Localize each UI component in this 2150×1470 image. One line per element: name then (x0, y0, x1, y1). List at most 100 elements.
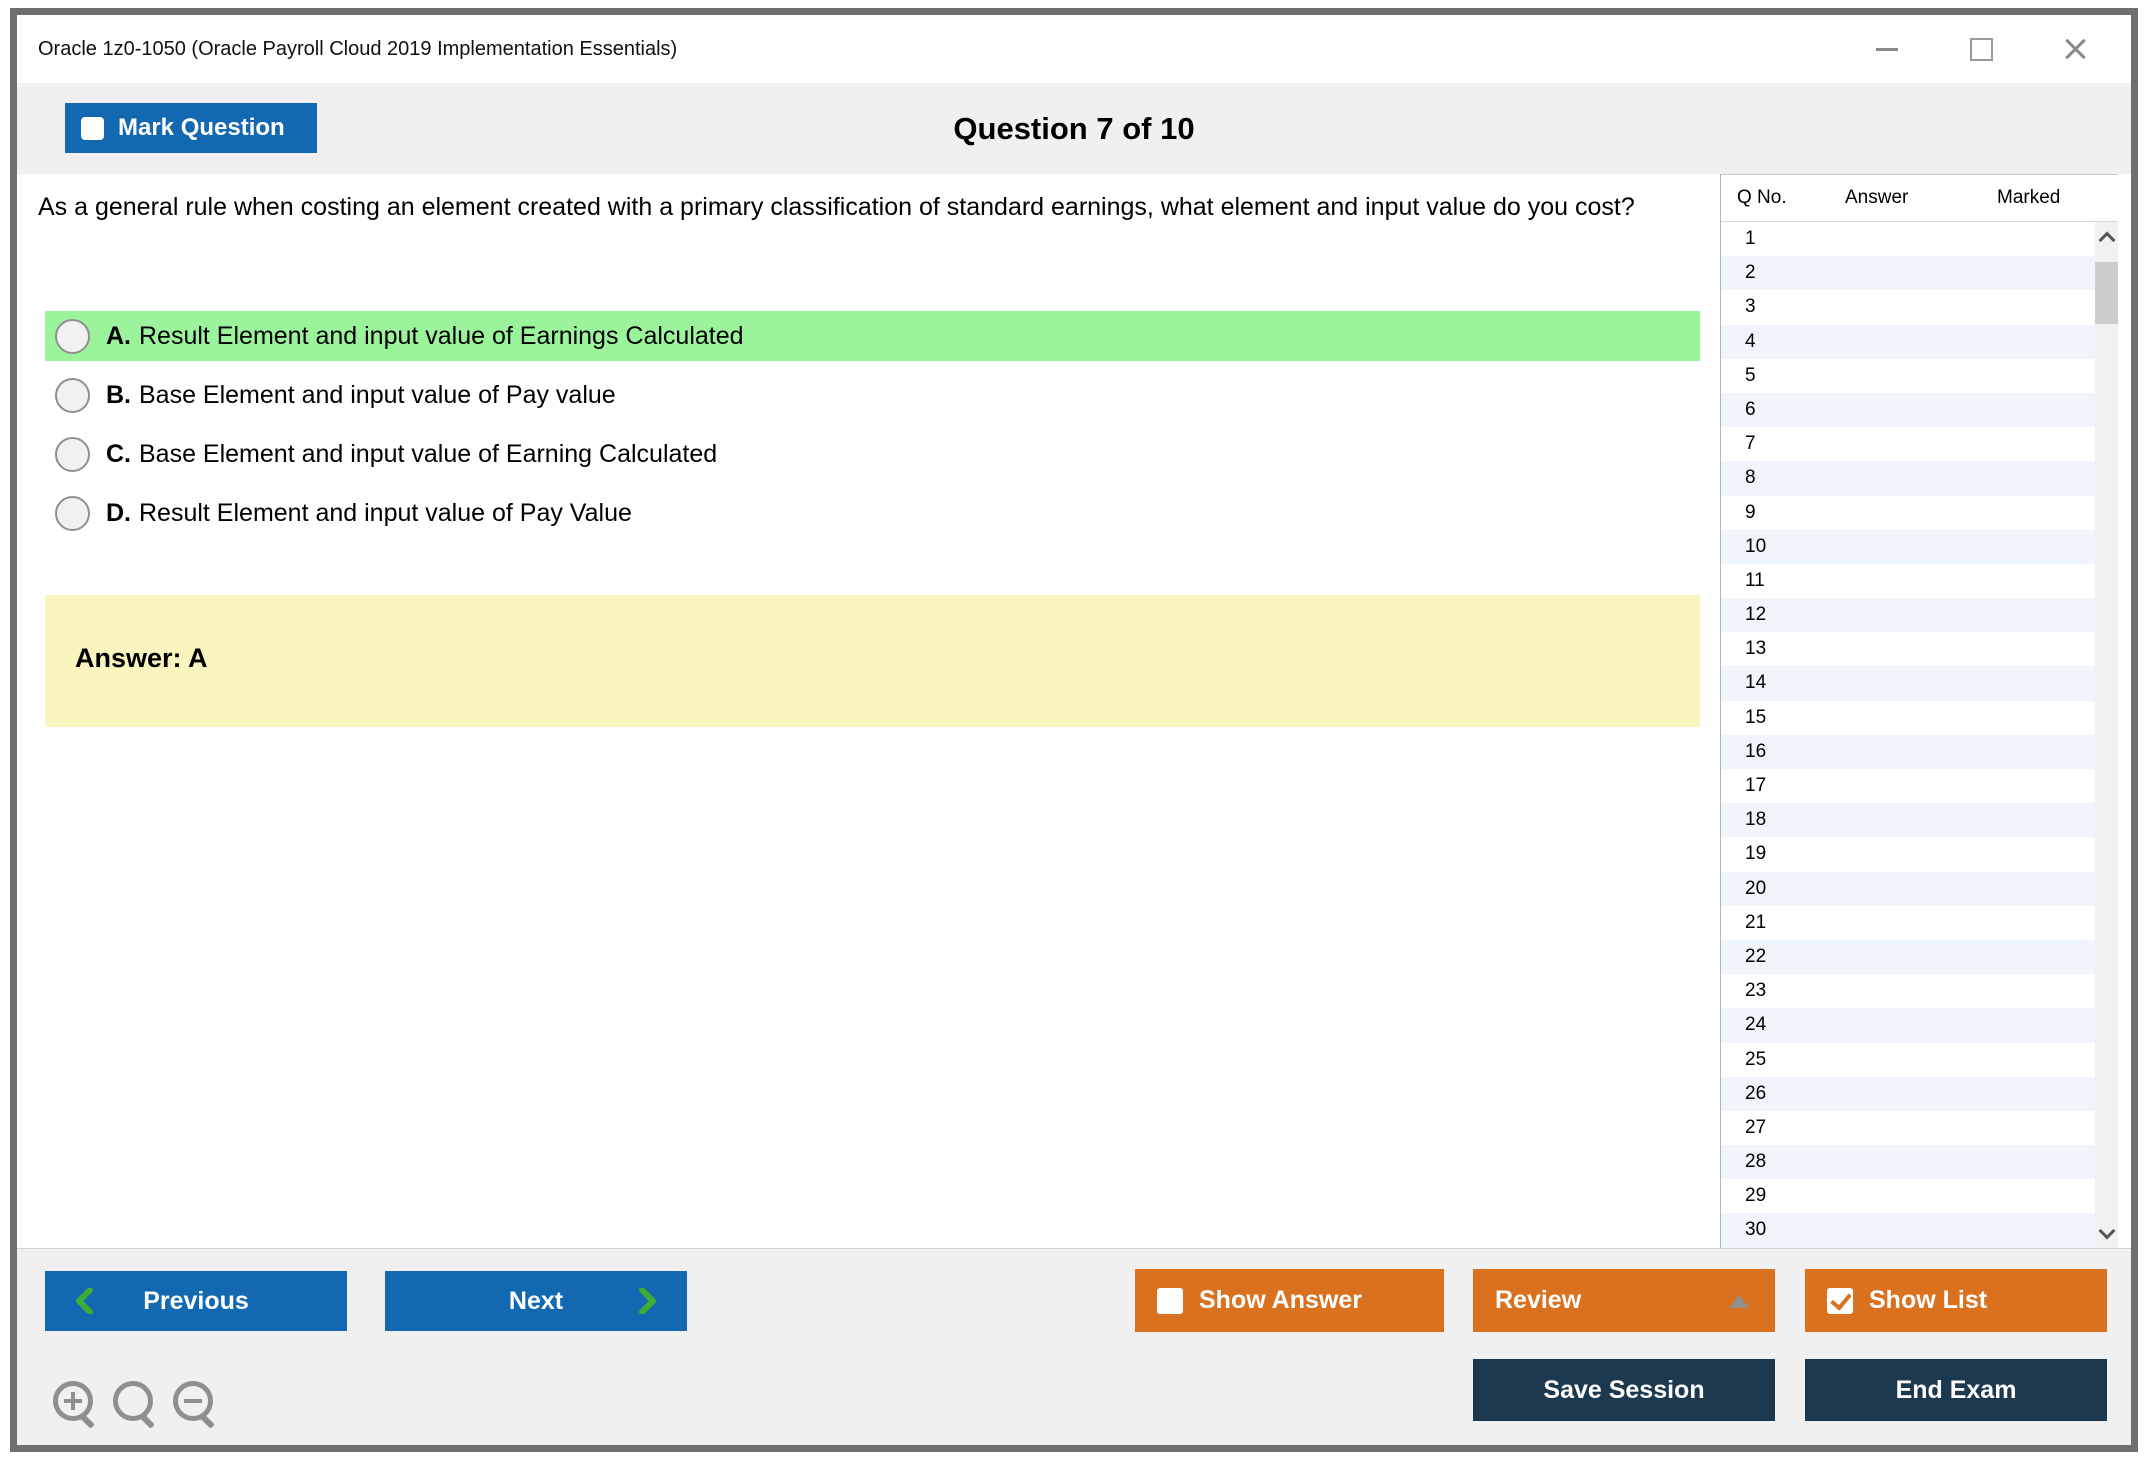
scrollbar-thumb[interactable] (2095, 262, 2118, 324)
question-list-row[interactable]: 9 (1721, 496, 2095, 530)
question-list-row[interactable]: 18 (1721, 803, 2095, 838)
option-row-d[interactable]: D. Result Element and input value of Pay… (45, 488, 1700, 538)
question-list-row[interactable]: 29 (1721, 1179, 2095, 1213)
question-list-row[interactable]: 23 (1721, 974, 2095, 1008)
review-button[interactable]: Review (1473, 1269, 1775, 1332)
minimize-icon (1876, 47, 1898, 51)
screen: Oracle 1z0-1050 (Oracle Payroll Cloud 20… (0, 0, 2150, 1470)
question-list-row[interactable]: 4 (1721, 324, 2095, 359)
show-list-button[interactable]: Show List (1805, 1269, 2107, 1332)
scroll-down-button[interactable] (2095, 1218, 2118, 1248)
question-list-scrollbar[interactable] (2095, 222, 2118, 1248)
question-list-row[interactable]: 30 (1721, 1213, 2095, 1248)
question-list-row[interactable]: 1 (1721, 222, 2095, 256)
option-row-c[interactable]: C. Base Element and input value of Earni… (45, 429, 1700, 479)
question-list-row[interactable]: 7 (1721, 427, 2095, 461)
option-row-a[interactable]: A. Result Element and input value of Ear… (45, 311, 1700, 361)
question-list-row[interactable]: 27 (1721, 1111, 2095, 1145)
answer-box: Answer: A (45, 595, 1700, 727)
question-text: As a general rule when costing an elemen… (38, 193, 1635, 221)
question-list-row[interactable]: 2 (1721, 256, 2095, 291)
option-c-radio-icon[interactable] (55, 436, 90, 472)
window-controls (1865, 31, 2097, 67)
end-exam-label: End Exam (1895, 1375, 2017, 1404)
magnifier-icon[interactable] (113, 1381, 153, 1421)
question-list-row[interactable]: 26 (1721, 1076, 2095, 1111)
question-list-row[interactable]: 24 (1721, 1008, 2095, 1043)
question-list-row[interactable]: 6 (1721, 392, 2095, 428)
mark-question-checkbox-icon (81, 116, 104, 140)
question-list-row[interactable]: 15 (1721, 701, 2095, 735)
question-list-row[interactable]: 5 (1721, 359, 2095, 393)
option-d-text: Result Element and input value of Pay Va… (139, 498, 632, 527)
save-session-button[interactable]: Save Session (1473, 1359, 1775, 1421)
column-header-marked: Marked (1997, 187, 2061, 208)
next-button[interactable]: Next (385, 1271, 687, 1331)
maximize-icon (1969, 37, 1993, 61)
option-b-letter: B. (106, 380, 131, 409)
show-list-label: Show List (1869, 1286, 1988, 1314)
mark-question-label: Mark Question (118, 114, 285, 141)
chevron-down-icon (2098, 1222, 2115, 1239)
question-list-row[interactable]: 20 (1721, 871, 2095, 906)
column-header-qno: Q No. (1737, 187, 1787, 208)
option-d-letter: D. (106, 498, 131, 527)
header-band: Question 7 of 10 Mark Question (17, 83, 2131, 174)
column-header-answer: Answer (1845, 187, 1909, 208)
question-list-row[interactable]: 11 (1721, 564, 2095, 598)
question-list-header: Q No. Answer Marked (1721, 174, 2118, 222)
question-list-row[interactable]: 25 (1721, 1043, 2095, 1077)
question-list-row[interactable]: 3 (1721, 290, 2095, 324)
save-session-label: Save Session (1543, 1375, 1705, 1404)
chevron-left-icon (76, 1288, 93, 1314)
question-list-row[interactable]: 22 (1721, 939, 2095, 975)
show-answer-checkbox-icon (1157, 1287, 1183, 1314)
question-list-row[interactable]: 21 (1721, 906, 2095, 940)
minimize-button[interactable] (1865, 31, 1909, 67)
option-b-text: Base Element and input value of Pay valu… (139, 380, 616, 409)
zoom-out-icon[interactable] (173, 1381, 213, 1421)
question-list-row[interactable]: 28 (1721, 1145, 2095, 1180)
option-a-radio-icon[interactable] (55, 318, 90, 354)
close-button[interactable] (2053, 31, 2097, 67)
show-list-checkbox-icon (1827, 1287, 1853, 1314)
previous-label: Previous (143, 1286, 249, 1315)
question-panel: As a general rule when costing an elemen… (17, 174, 1720, 1248)
option-a-text: Result Element and input value of Earnin… (139, 321, 744, 350)
question-list-row[interactable]: 10 (1721, 529, 2095, 564)
footer-bar: Previous Next Show Answer Review Show Li… (17, 1248, 2131, 1445)
app-window: Oracle 1z0-1050 (Oracle Payroll Cloud 20… (10, 8, 2138, 1452)
option-d-radio-icon[interactable] (55, 495, 90, 531)
review-label: Review (1495, 1286, 1582, 1314)
mark-question-button[interactable]: Mark Question (65, 103, 317, 153)
end-exam-button[interactable]: End Exam (1805, 1359, 2107, 1421)
option-c-text: Base Element and input value of Earning … (139, 439, 718, 468)
chevron-up-icon (2098, 231, 2115, 248)
show-answer-label: Show Answer (1199, 1286, 1362, 1314)
zoom-in-icon[interactable] (53, 1381, 93, 1421)
question-list-row[interactable]: 14 (1721, 666, 2095, 701)
next-label: Next (508, 1286, 564, 1315)
option-b-radio-icon[interactable] (55, 377, 90, 413)
title-bar: Oracle 1z0-1050 (Oracle Payroll Cloud 20… (17, 15, 2131, 83)
check-icon (1830, 1287, 1852, 1311)
triangle-up-icon (1729, 1295, 1749, 1308)
question-list-row[interactable]: 17 (1721, 769, 2095, 803)
question-counter: Question 7 of 10 (953, 111, 1195, 146)
show-answer-button[interactable]: Show Answer (1135, 1269, 1444, 1332)
question-list-row[interactable]: 19 (1721, 837, 2095, 871)
chevron-right-icon (639, 1288, 656, 1314)
answer-label: Answer: A (75, 643, 208, 673)
close-icon (2063, 37, 2087, 61)
question-list-row[interactable]: 8 (1721, 461, 2095, 496)
scroll-up-button[interactable] (2095, 222, 2118, 252)
question-list-row[interactable]: 16 (1721, 734, 2095, 769)
option-row-b[interactable]: B. Base Element and input value of Pay v… (45, 370, 1700, 420)
previous-button[interactable]: Previous (45, 1271, 347, 1331)
maximize-button[interactable] (1959, 31, 2003, 67)
question-list-row[interactable]: 13 (1721, 632, 2095, 666)
question-list-row[interactable]: 12 (1721, 598, 2095, 633)
question-list-body: 1 2 3 4 5 6 7 8 9 10 11 12 13 14 15 16 17 18 19 20 21 22 23 24 2… (1721, 222, 2095, 1248)
option-a-letter: A. (106, 321, 131, 350)
option-c-letter: C. (106, 439, 131, 468)
